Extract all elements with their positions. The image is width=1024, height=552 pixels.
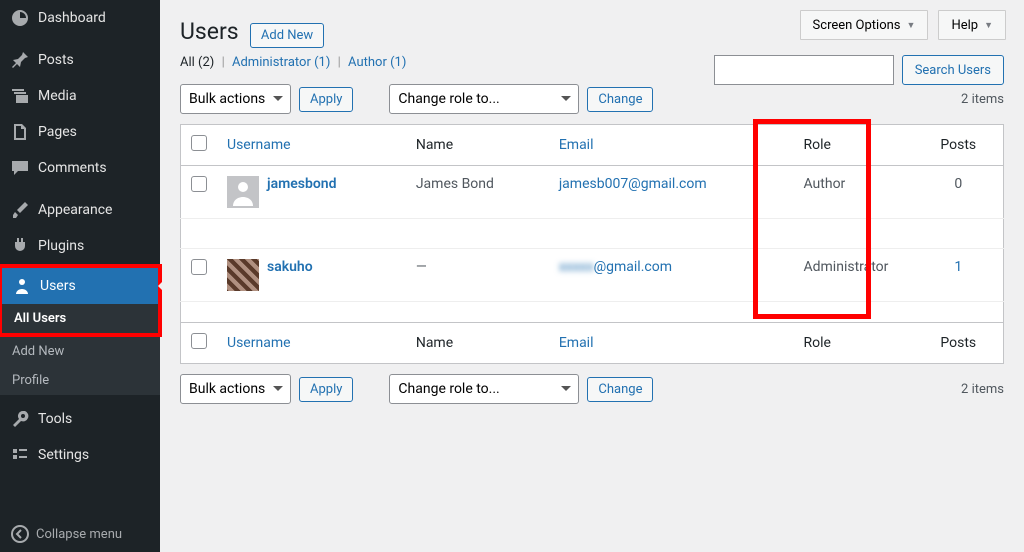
items-count: 2 items — [961, 92, 1004, 107]
sidebar-item-media[interactable]: Media — [0, 78, 160, 114]
settings-icon — [10, 445, 30, 465]
items-count-bottom: 2 items — [961, 382, 1004, 397]
users-submenu: All Users — [2, 304, 158, 333]
filter-all-label[interactable]: All — [180, 55, 195, 70]
filter-all-count: (2) — [198, 55, 214, 70]
sidebar-label: Posts — [38, 52, 74, 68]
sidebar-item-settings[interactable]: Settings — [0, 437, 160, 473]
avatar — [227, 259, 259, 291]
sidebar-item-appearance[interactable]: Appearance — [0, 192, 160, 228]
sidebar-item-tools[interactable]: Tools — [0, 401, 160, 437]
users-icon — [12, 276, 32, 296]
avatar — [227, 176, 259, 208]
help-button[interactable]: Help ▼ — [938, 10, 1006, 40]
user-posts-link[interactable]: 1 — [954, 259, 962, 275]
page-title: Users — [180, 10, 239, 49]
add-new-button[interactable]: Add New — [250, 23, 324, 48]
annotation-highlight-nav: Users All Users — [0, 264, 162, 337]
sidebar-item-dashboard[interactable]: Dashboard — [0, 0, 160, 36]
collapse-menu[interactable]: Collapse menu — [0, 516, 160, 552]
sidebar-item-pages[interactable]: Pages — [0, 114, 160, 150]
brush-icon — [10, 200, 30, 220]
change-role-select[interactable]: Change role to... — [389, 84, 579, 114]
sidebar-label: Users — [40, 278, 76, 294]
col-posts: Posts — [914, 125, 1004, 166]
bottom-toolbar: Bulk actions Apply Change role to... Cha… — [180, 374, 1004, 404]
change-role-button-bottom[interactable]: Change — [587, 377, 653, 402]
table-row: sakuho — xxxxx@gmail.com Administrator 1 — [181, 249, 1004, 302]
col-posts-foot: Posts — [914, 323, 1004, 364]
username-link[interactable]: sakuho — [267, 259, 313, 275]
row-checkbox[interactable] — [191, 176, 207, 192]
user-role: Administrator — [794, 249, 914, 302]
sidebar-item-plugins[interactable]: Plugins — [0, 228, 160, 264]
submenu-profile[interactable]: Profile — [0, 366, 160, 395]
sidebar-label: Media — [38, 88, 77, 104]
users-submenu-rest: Add New Profile — [0, 337, 160, 395]
tools-icon — [10, 409, 30, 429]
bulk-actions-select[interactable]: Bulk actions — [180, 84, 291, 114]
main-content: Screen Options ▼ Help ▼ Users Add New Sear… — [160, 0, 1024, 552]
row-checkbox[interactable] — [191, 259, 207, 275]
user-name: James Bond — [406, 166, 549, 219]
sidebar-item-comments[interactable]: Comments — [0, 150, 160, 186]
col-email[interactable]: Email — [559, 137, 594, 153]
user-role: Author — [794, 166, 914, 219]
col-email-foot[interactable]: Email — [559, 335, 594, 351]
change-role-select-bottom[interactable]: Change role to... — [389, 374, 579, 404]
table-row: jamesbond James Bond jamesb007@gmail.com… — [181, 166, 1004, 219]
pin-icon — [10, 50, 30, 70]
sidebar-label: Settings — [38, 447, 89, 463]
submenu-add-new[interactable]: Add New — [0, 337, 160, 366]
user-email[interactable]: xxxxx@gmail.com — [559, 259, 672, 275]
plugin-icon — [10, 236, 30, 256]
dashboard-icon — [10, 8, 30, 28]
pages-icon — [10, 122, 30, 142]
bulk-actions-select-bottom[interactable]: Bulk actions — [180, 374, 291, 404]
sidebar-label: Comments — [38, 160, 107, 176]
collapse-label: Collapse menu — [36, 527, 122, 542]
username-link[interactable]: jamesbond — [267, 176, 337, 192]
filter-administrator[interactable]: Administrator (1) — [232, 55, 330, 70]
screen-options-label: Screen Options — [813, 18, 901, 33]
media-icon — [10, 86, 30, 106]
help-label: Help — [951, 18, 978, 33]
submenu-all-users[interactable]: All Users — [2, 304, 158, 333]
user-posts: 0 — [914, 166, 1004, 219]
collapse-icon — [10, 524, 30, 544]
sidebar-label: Pages — [38, 124, 77, 140]
select-all-checkbox[interactable] — [191, 135, 207, 151]
bulk-apply-button-bottom[interactable]: Apply — [299, 377, 353, 402]
col-username-foot[interactable]: Username — [227, 335, 291, 351]
col-role: Role — [794, 125, 914, 166]
bulk-apply-button[interactable]: Apply — [299, 87, 353, 112]
sidebar-label: Tools — [38, 411, 72, 427]
users-table: Username Name Email Role Posts jamesbond… — [180, 124, 1004, 364]
top-toolbar: Bulk actions Apply Change role to... Cha… — [180, 84, 1004, 114]
search-users-input[interactable] — [714, 55, 894, 85]
select-all-checkbox-foot[interactable] — [191, 333, 207, 349]
screen-options-button[interactable]: Screen Options ▼ — [800, 10, 929, 40]
sidebar-label: Appearance — [38, 202, 112, 218]
change-role-button[interactable]: Change — [587, 87, 653, 112]
chevron-down-icon: ▼ — [984, 20, 993, 31]
col-name-foot: Name — [406, 323, 549, 364]
col-role-foot: Role — [794, 323, 914, 364]
sidebar-label: Plugins — [38, 238, 84, 254]
sidebar-label: Dashboard — [38, 10, 106, 26]
filter-author[interactable]: Author (1) — [348, 55, 406, 70]
col-username[interactable]: Username — [227, 137, 291, 153]
user-name: — — [406, 249, 549, 302]
user-email[interactable]: jamesb007@gmail.com — [559, 176, 707, 192]
chevron-down-icon: ▼ — [907, 20, 916, 31]
sidebar-item-users[interactable]: Users — [2, 268, 158, 304]
col-name: Name — [406, 125, 549, 166]
search-users-button[interactable]: Search Users — [902, 55, 1004, 85]
admin-sidebar: Dashboard Posts Media Pages Comments App… — [0, 0, 160, 552]
sidebar-item-posts[interactable]: Posts — [0, 42, 160, 78]
comments-icon — [10, 158, 30, 178]
